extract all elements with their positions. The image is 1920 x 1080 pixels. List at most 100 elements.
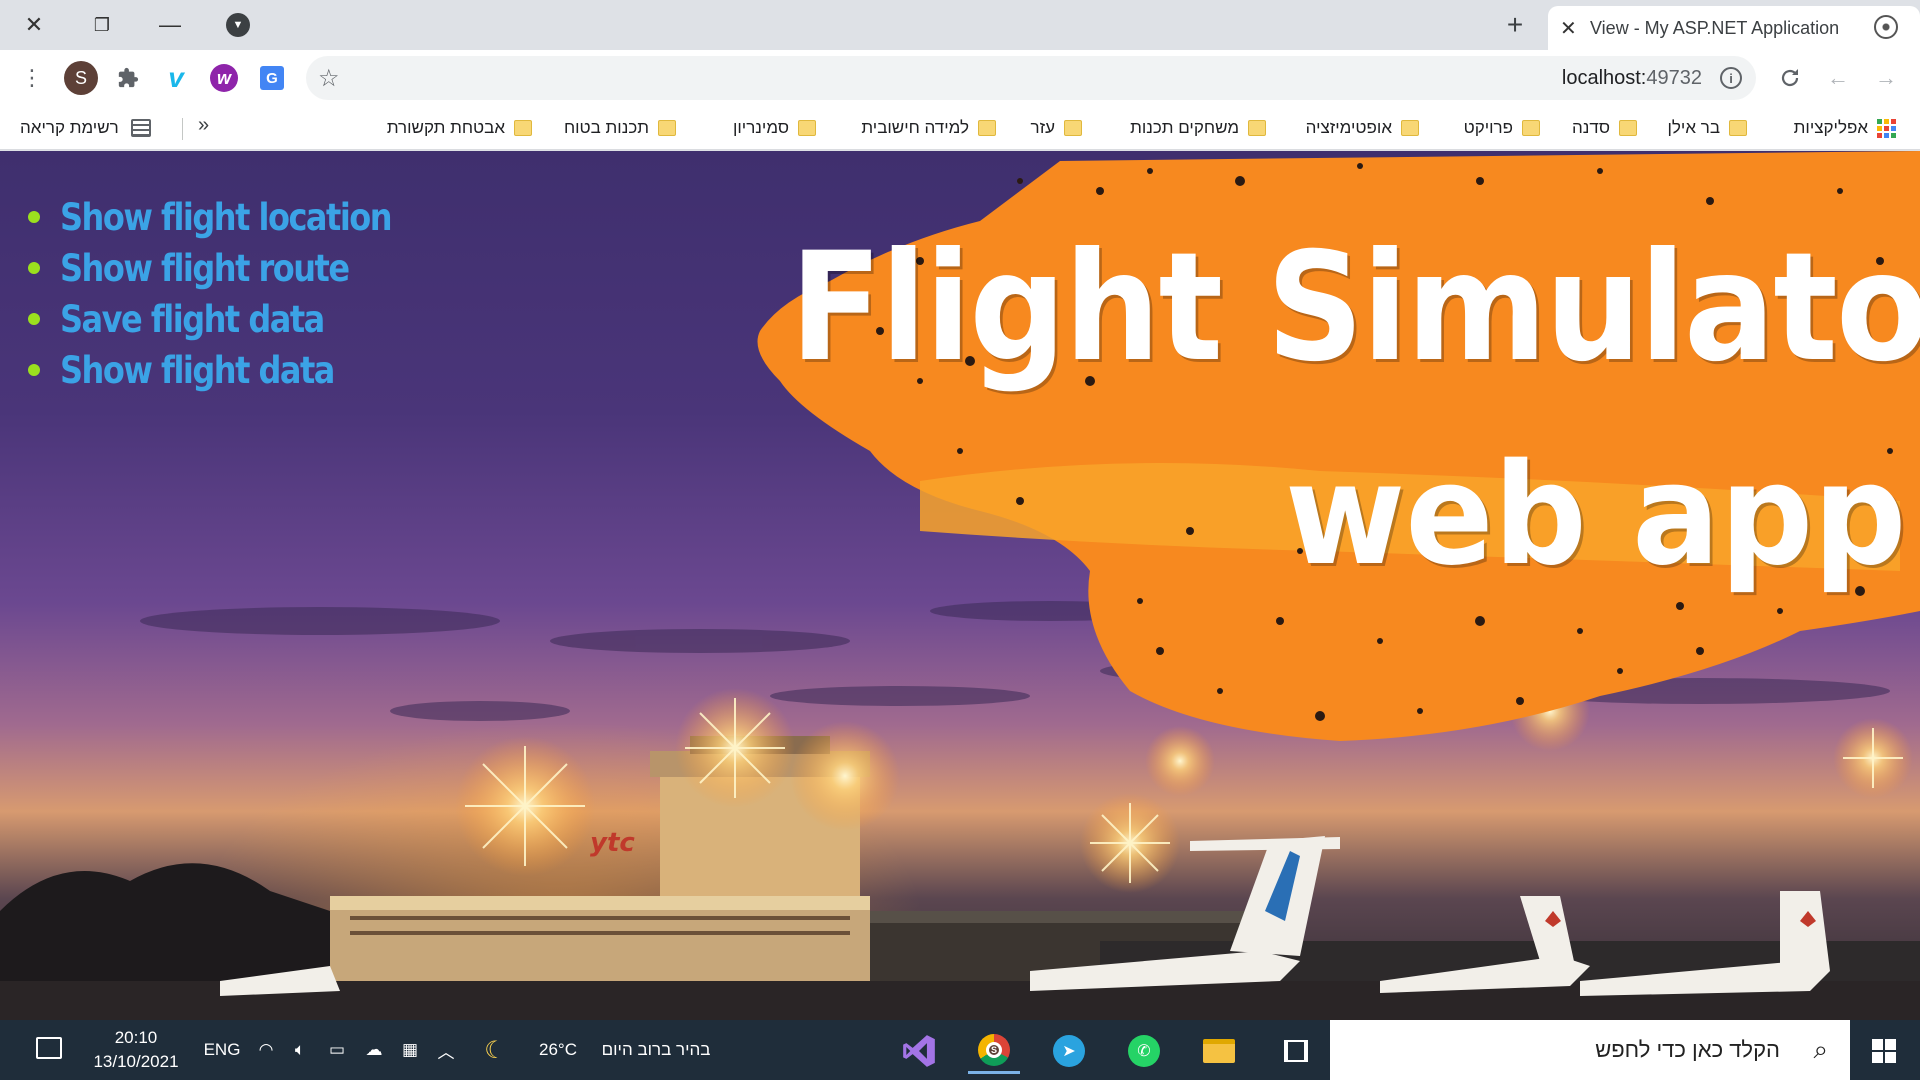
bookmark-folder[interactable]: תכנות בטוח: [564, 116, 676, 140]
telegram-icon: ➤: [1053, 1035, 1085, 1067]
taskbar-clock[interactable]: 20:10 13/10/2021: [86, 1026, 186, 1074]
feature-nav-list: Show flight location Show flight route S…: [28, 191, 393, 395]
bookmark-folder[interactable]: אבטחת תקשורת: [387, 116, 532, 140]
hero-subtitle: web app: [1285, 434, 1907, 597]
file-explorer-taskbar-button[interactable]: [1193, 1028, 1245, 1074]
bullet: [28, 313, 40, 325]
notification-center-icon[interactable]: [36, 1037, 62, 1059]
task-view-button[interactable]: [1270, 1028, 1322, 1074]
google-translate-icon[interactable]: G: [260, 66, 284, 90]
chevron-up-icon[interactable]: ︿: [432, 1020, 460, 1080]
folder-icon: [1401, 120, 1419, 136]
bookmarks-overflow-button[interactable]: »: [198, 114, 209, 137]
folder-icon: [1248, 120, 1266, 136]
bookmarks-bar: רשימת קריאה » אפליקציות בר אילן סדנה פרו…: [0, 106, 1920, 150]
whatsapp-taskbar-button[interactable]: ✆: [1118, 1028, 1170, 1074]
bookmark-label: משחקים תכנות: [1130, 118, 1239, 137]
bookmark-folder[interactable]: סמינריון: [733, 116, 816, 140]
tray-app-icon[interactable]: ▦: [396, 1020, 424, 1080]
bookmark-folder[interactable]: סדנה: [1572, 116, 1637, 140]
taskbar-search-box[interactable]: ⌕ הקלד כאן כדי לחפש: [1330, 1020, 1850, 1080]
show-flight-route-link[interactable]: Show flight route: [60, 245, 350, 290]
w-extension-icon[interactable]: w: [210, 64, 238, 92]
nav-item-save-data: Save flight data: [28, 293, 391, 344]
browser-toolbar: ⋮ S v w G ☆ localhost:49732 i ← →: [0, 50, 1920, 106]
windows-start-icon[interactable]: [1872, 1039, 1896, 1063]
bookmark-label: עזר: [1030, 118, 1055, 137]
forward-button[interactable]: →: [1870, 62, 1902, 94]
bookmark-label: בר אילן: [1667, 118, 1721, 137]
bookmark-folder[interactable]: אופטימיזציה: [1306, 116, 1419, 140]
folder-icon: [1522, 120, 1540, 136]
bookmark-star-icon[interactable]: ☆: [318, 64, 340, 93]
bullet: [28, 364, 40, 376]
window-restore-button[interactable]: ❐: [68, 0, 136, 50]
folder-icon: [978, 120, 996, 136]
temperature[interactable]: 26°C: [528, 1020, 588, 1080]
bookmark-folder[interactable]: למידה חישובית: [861, 116, 996, 140]
window-close-button[interactable]: ✕: [0, 0, 68, 50]
weather-description[interactable]: בהיר ברוב היום: [586, 1020, 726, 1080]
folder-icon: [1064, 120, 1082, 136]
search-icon: ⌕: [1813, 1034, 1828, 1064]
bookmark-folder[interactable]: בר אילן: [1667, 116, 1747, 140]
show-flight-data-link[interactable]: Show flight data: [60, 347, 335, 392]
kebab-menu-icon: ⋮: [21, 65, 43, 90]
reload-button[interactable]: [1774, 62, 1806, 94]
reading-list-button[interactable]: רשימת קריאה: [20, 116, 151, 140]
save-flight-data-link[interactable]: Save flight data: [60, 296, 325, 341]
moon-weather-icon[interactable]: ☾: [480, 1020, 510, 1080]
wifi-icon[interactable]: ◠: [254, 1020, 278, 1080]
bookmark-apps[interactable]: אפליקציות: [1794, 116, 1896, 140]
minimize-icon: —: [159, 12, 181, 37]
chrome-profile-badge: S: [986, 1041, 1002, 1058]
onedrive-icon[interactable]: ☁: [360, 1020, 388, 1080]
chevron-down-icon: ▼: [232, 19, 244, 31]
visual-studio-taskbar-button[interactable]: [893, 1028, 945, 1074]
puzzle-icon: [118, 67, 139, 88]
bookmark-label: תכנות בטוח: [563, 118, 649, 137]
visual-studio-icon: [903, 1035, 935, 1067]
chrome-taskbar-button[interactable]: S: [968, 1028, 1020, 1074]
restore-icon: ❐: [93, 14, 111, 35]
site-info-icon[interactable]: i: [1720, 67, 1742, 89]
profile-avatar-button[interactable]: S: [64, 61, 98, 95]
task-view-icon: [1284, 1040, 1308, 1062]
nav-item-show-location: Show flight location: [28, 191, 393, 242]
arrow-right-icon: →: [1875, 65, 1897, 90]
bullet: [28, 211, 40, 223]
menu-button[interactable]: ⋮: [16, 62, 48, 94]
tab-strip: ✕ ❐ — ▼ + ✕ View - My ASP.NET Applicatio…: [0, 0, 1920, 50]
window-minimize-button[interactable]: —: [136, 0, 204, 50]
globe-icon: [1874, 15, 1898, 39]
back-button[interactable]: ←: [1822, 62, 1854, 94]
bookmark-folder[interactable]: עזר: [1031, 116, 1082, 140]
tab-search-button[interactable]: ▼: [226, 13, 250, 37]
tab-active[interactable]: ✕ View - My ASP.NET Application: [1548, 6, 1920, 50]
volume-icon[interactable]: 🔈︎: [288, 1020, 312, 1080]
bookmark-label: אבטחת תקשורת: [386, 118, 505, 137]
clock-time: 20:10: [114, 1028, 158, 1047]
whatsapp-icon: ✆: [1128, 1035, 1160, 1067]
nav-item-show-data: Show flight data: [28, 344, 391, 395]
reading-list-label: רשימת קריאה: [20, 118, 119, 137]
plus-icon: +: [1506, 9, 1524, 40]
folder-icon: [514, 120, 532, 136]
telegram-taskbar-button[interactable]: ➤: [1043, 1028, 1095, 1074]
hero-banner: Flight Simulator web app: [720, 151, 1920, 751]
clock-date: 13/10/2021: [93, 1052, 179, 1071]
address-bar[interactable]: ☆ localhost:49732 i: [306, 56, 1756, 100]
vimeo-extension-icon[interactable]: v: [160, 62, 192, 94]
close-icon: ✕: [24, 12, 44, 37]
extensions-button[interactable]: [112, 62, 144, 94]
folder-icon: [1203, 1039, 1235, 1063]
language-indicator[interactable]: ENG: [204, 1020, 241, 1080]
folder-icon: [798, 120, 816, 136]
show-flight-location-link[interactable]: Show flight location: [60, 194, 393, 239]
bookmark-folder[interactable]: משחקים תכנות: [1130, 116, 1266, 140]
reload-icon: [1781, 69, 1799, 87]
battery-icon[interactable]: ▭: [322, 1020, 352, 1080]
tab-close-button[interactable]: ✕: [1560, 16, 1577, 41]
bookmark-folder[interactable]: פרויקט: [1464, 116, 1540, 140]
new-tab-button[interactable]: +: [1498, 8, 1532, 42]
